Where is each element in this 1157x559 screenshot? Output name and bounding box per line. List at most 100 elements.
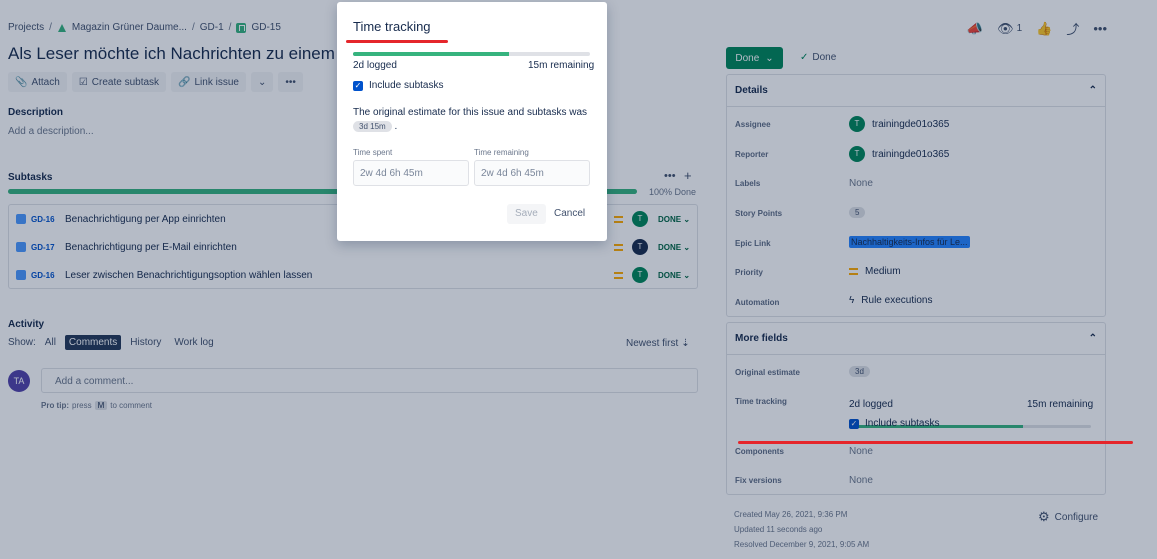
breadcrumb-issue[interactable]: GD-15: [251, 22, 280, 33]
dialog-include-subtasks-checkbox[interactable]: ✓ Include subtasks: [353, 80, 444, 91]
subtask-status[interactable]: DONE ⌄: [658, 215, 690, 224]
watch-button[interactable]: 👁 1: [997, 21, 1022, 37]
avatar: T: [849, 146, 865, 162]
field-label: Epic Link: [735, 239, 771, 248]
original-estimate-field[interactable]: 3d: [849, 366, 870, 377]
activity-filters: Show: All Comments History Work log: [8, 335, 218, 350]
dialog-progress: [353, 52, 590, 56]
comment-input[interactable]: Add a comment...: [41, 368, 698, 393]
time-spent-input[interactable]: [353, 160, 469, 186]
priority-field[interactable]: Medium: [849, 266, 901, 277]
subtask-key[interactable]: GD-17: [31, 243, 65, 252]
subtasks-more-icon[interactable]: •••: [664, 170, 676, 182]
priority-medium-icon: [614, 215, 623, 223]
avatar[interactable]: TA: [8, 370, 30, 392]
link-issue-button[interactable]: 🔗 Link issue: [171, 72, 246, 92]
description-field[interactable]: Add a description...: [8, 126, 94, 137]
more-fields-header[interactable]: More fields ⌃: [727, 323, 1105, 355]
subtask-type-icon: [16, 242, 26, 252]
breadcrumb: Projects / Magazin Grüner Daume... / GD-…: [8, 22, 281, 33]
updated-date: Updated 11 seconds ago: [734, 525, 823, 534]
sort-icon: ⇣: [681, 338, 690, 349]
share-icon[interactable]: ⤴: [1066, 19, 1079, 38]
components-field[interactable]: None: [849, 446, 873, 457]
checkbox-checked-icon: ✓: [353, 80, 363, 91]
subtask-key[interactable]: GD-16: [31, 271, 65, 280]
field-label: Assignee: [735, 120, 771, 129]
attach-button[interactable]: 📎 Attach: [8, 72, 67, 92]
more-icon: •••: [285, 76, 296, 88]
issue-toolbar: 📎 Attach ☑ Create subtask 🔗 Link issue ⌄ ••…: [8, 72, 303, 92]
subtask-assignee-avatar[interactable]: T: [632, 267, 648, 283]
activity-sort-button[interactable]: Newest first ⇣: [626, 338, 690, 349]
megaphone-icon[interactable]: 📣: [967, 21, 983, 37]
subtask-status[interactable]: DONE ⌄: [658, 271, 690, 280]
subtask-type-icon: [16, 270, 26, 280]
chevron-up-icon: ⌃: [1088, 333, 1097, 344]
add-subtask-icon[interactable]: +: [684, 168, 692, 183]
subtask-assignee-avatar[interactable]: T: [632, 239, 648, 255]
breadcrumb-project[interactable]: Magazin Grüner Daume...: [72, 22, 187, 33]
field-label: Original estimate: [735, 368, 800, 377]
eye-icon: 👁: [997, 20, 1014, 36]
subtask-summary[interactable]: Leser zwischen Benachrichtigungsoption w…: [65, 270, 312, 281]
story-points-field[interactable]: 5: [849, 207, 866, 218]
create-subtask-button[interactable]: ☑ Create subtask: [71, 72, 167, 92]
cancel-button[interactable]: Cancel: [547, 204, 592, 224]
subtask-key[interactable]: GD-16: [31, 215, 65, 224]
time-remaining-input[interactable]: [474, 160, 590, 186]
field-label: Reporter: [735, 150, 769, 159]
save-button[interactable]: Save: [507, 204, 546, 224]
status-button[interactable]: Done ⌄: [726, 47, 783, 69]
breadcrumb-epic[interactable]: GD-1: [200, 22, 224, 33]
toolbar-more-button[interactable]: •••: [278, 72, 303, 92]
keyboard-key: M: [94, 401, 108, 410]
field-label: Priority: [735, 268, 764, 277]
more-icon[interactable]: •••: [1093, 21, 1107, 36]
automation-field[interactable]: ϟ Rule executions: [849, 295, 932, 306]
activity-filter-history[interactable]: History: [126, 335, 165, 350]
activity-filter-all[interactable]: All: [41, 335, 60, 350]
time-logged: 2d logged: [849, 399, 893, 410]
breadcrumb-projects[interactable]: Projects: [8, 22, 44, 33]
issue-title[interactable]: Als Leser möchte ich Nachrichten zu eine…: [8, 44, 338, 64]
field-label: Story Points: [735, 209, 783, 218]
time-tracking-dialog: Time tracking 2d logged 15m remaining ✓ I…: [337, 2, 607, 241]
include-subtasks-checkbox[interactable]: ✓ Include subtasks: [849, 418, 940, 429]
subtasks-progress-label: 100% Done: [649, 187, 697, 197]
fix-versions-field[interactable]: None: [849, 475, 873, 486]
reporter-field[interactable]: Ttrainingde01o365: [849, 146, 949, 162]
subtask-assignee-avatar[interactable]: T: [632, 211, 648, 227]
subtasks-heading: Subtasks: [8, 172, 53, 183]
paperclip-icon: 📎: [15, 76, 28, 88]
dialog-progress-fill: [353, 52, 510, 56]
subtask-icon: ☑: [78, 76, 88, 88]
story-icon: [236, 22, 247, 33]
subtask-status[interactable]: DONE ⌄: [658, 243, 690, 252]
subtask-summary[interactable]: Benachrichtigung per App einrichten: [65, 214, 226, 225]
field-label: Labels: [735, 179, 761, 188]
lightning-icon: ϟ: [849, 295, 855, 306]
activity-heading: Activity: [8, 319, 45, 330]
details-panel: Details ⌃ Assignee Ttrainingde01o365 Repo…: [726, 74, 1106, 317]
assignee-field[interactable]: Ttrainingde01o365: [849, 116, 949, 132]
subtask-row[interactable]: GD-16 Leser zwischen Benachrichtigungsop…: [9, 261, 699, 289]
subtask-summary[interactable]: Benachrichtigung per E-Mail einrichten: [65, 242, 237, 253]
configure-button[interactable]: ⚙ Configure: [1038, 509, 1098, 525]
labels-field[interactable]: None: [849, 178, 873, 189]
details-header[interactable]: Details ⌃: [727, 75, 1105, 107]
gear-icon: ⚙: [1038, 509, 1050, 524]
priority-medium-icon: [614, 271, 623, 279]
checkbox-checked-icon: ✓: [849, 418, 859, 429]
activity-filter-comments[interactable]: Comments: [64, 335, 122, 350]
thumbs-up-icon[interactable]: 👍: [1036, 21, 1052, 37]
dialog-title: Time tracking: [353, 19, 431, 34]
protip: Pro tip: press M to comment: [41, 401, 153, 410]
epic-link-field[interactable]: Nachhaltigkeits-Infos für Le...: [849, 236, 970, 248]
activity-filter-worklog[interactable]: Work log: [170, 335, 217, 350]
field-label: Time tracking: [735, 397, 787, 406]
dialog-time-logged: 2d logged: [353, 60, 397, 71]
check-icon: ✓: [800, 52, 809, 63]
link-dropdown-button[interactable]: ⌄: [250, 72, 274, 92]
subtask-type-icon: [16, 214, 26, 224]
